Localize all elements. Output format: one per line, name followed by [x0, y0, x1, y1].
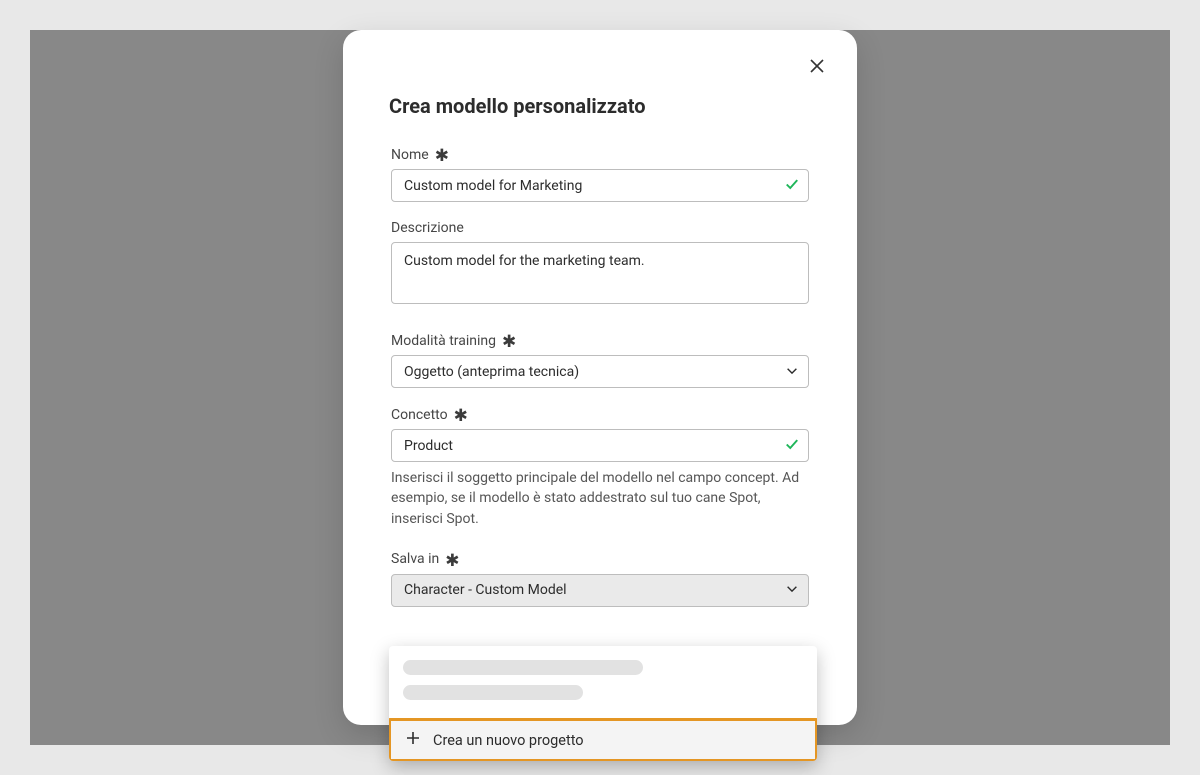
create-new-project-button[interactable]: Crea un nuovo progetto: [389, 718, 817, 761]
close-button[interactable]: [801, 52, 833, 84]
label-text: Salva in: [391, 551, 439, 567]
field-concept: Concetto ✱ Inserisci il soggetto princip…: [391, 406, 809, 529]
training-mode-label: Modalità training ✱: [391, 332, 809, 349]
description-textarea[interactable]: Custom model for the marketing team.: [391, 242, 809, 304]
required-asterisk: ✱: [445, 553, 459, 570]
label-text: Modalità training: [391, 333, 496, 349]
field-description: Descrizione Custom model for the marketi…: [391, 220, 809, 308]
check-icon: [785, 176, 799, 195]
required-asterisk: ✱: [435, 148, 449, 165]
label-text: Nome: [391, 147, 429, 163]
select-value: Character - Custom Model: [404, 582, 567, 598]
save-in-label: Salva in ✱: [391, 551, 809, 568]
concept-label: Concetto ✱: [391, 406, 809, 423]
create-custom-model-modal: Crea modello personalizzato Nome ✱ D: [343, 30, 857, 725]
description-label: Descrizione: [391, 220, 809, 236]
training-mode-select[interactable]: Oggetto (anteprima tecnica): [391, 355, 809, 388]
save-in-dropdown: Crea un nuovo progetto: [389, 646, 817, 761]
create-new-project-label: Crea un nuovo progetto: [433, 732, 584, 749]
field-name: Nome ✱: [391, 146, 809, 202]
modal-title: Crea modello personalizzato: [389, 94, 811, 118]
select-value: Oggetto (anteprima tecnica): [404, 364, 579, 380]
concept-input[interactable]: [391, 429, 809, 462]
dropdown-loading-rows: [389, 646, 817, 718]
field-save-in: Salva in ✱ Character - Custom Model: [391, 551, 809, 607]
save-in-select[interactable]: Character - Custom Model: [391, 574, 809, 607]
skeleton-row: [403, 660, 643, 675]
name-input[interactable]: [391, 169, 809, 202]
label-text: Concetto: [391, 407, 448, 423]
required-asterisk: ✱: [454, 408, 468, 425]
check-icon: [785, 436, 799, 455]
skeleton-row: [403, 685, 583, 700]
plus-icon: [405, 730, 421, 750]
field-training-mode: Modalità training ✱ Oggetto (anteprima t…: [391, 332, 809, 388]
required-asterisk: ✱: [502, 334, 516, 351]
label-text: Descrizione: [391, 220, 464, 236]
name-label: Nome ✱: [391, 146, 809, 163]
concept-help-text: Inserisci il soggetto principale del mod…: [391, 468, 809, 529]
close-icon: [809, 58, 825, 78]
